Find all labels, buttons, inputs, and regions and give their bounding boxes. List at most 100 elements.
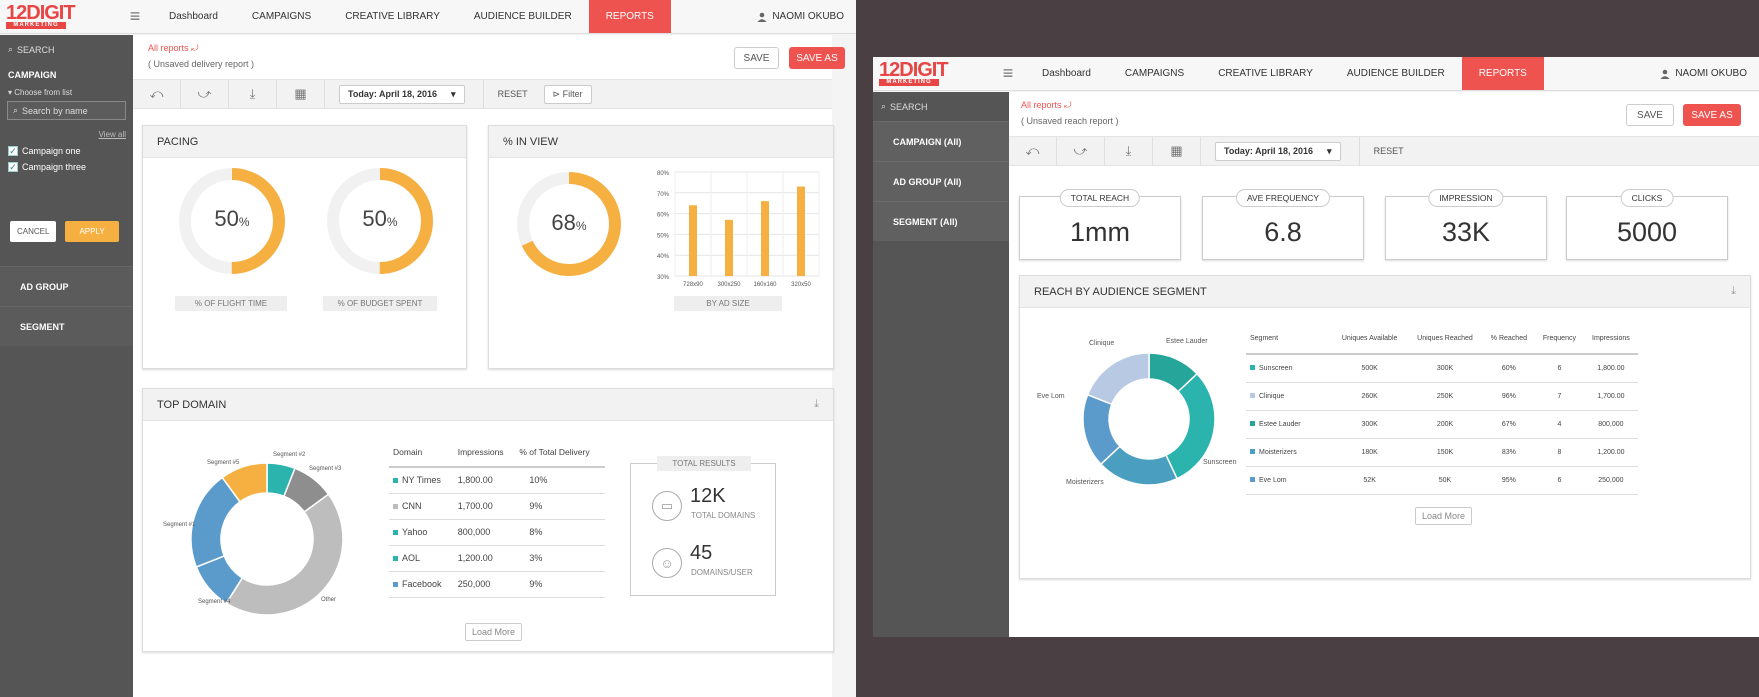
- hamburger-menu-icon[interactable]: ≡: [991, 57, 1025, 90]
- table-row[interactable]: Eve Lom 52K 50K 95% 6 250,000: [1246, 466, 1638, 495]
- download-icon[interactable]: ⤓: [1731, 285, 1736, 298]
- choose-from-list-toggle[interactable]: ▾ Choose from list: [0, 86, 133, 99]
- table-row[interactable]: CNN 1,700.00 9%: [389, 493, 605, 520]
- legend-swatch: [393, 556, 398, 562]
- save-as-button[interactable]: SAVE AS: [1683, 104, 1741, 126]
- filter-sidebar: ⌕ SEARCH CAMPAIGN (All) AD GROUP (All) SE…: [873, 92, 1009, 637]
- segment-cell: Estee Lauder: [1246, 410, 1332, 439]
- table-row[interactable]: Estee Lauder 300K 200K 67% 4 800,000: [1246, 410, 1638, 439]
- brand-logo[interactable]: 12DIGIT MARKETING: [873, 57, 991, 90]
- user-menu[interactable]: NAOMI OKUBO: [757, 0, 856, 33]
- nav-campaigns[interactable]: CAMPAIGNS: [235, 0, 328, 33]
- checkbox-checked[interactable]: ✓: [8, 146, 18, 156]
- pct-cell: 95%: [1482, 466, 1536, 495]
- redo-icon[interactable]: ⤻: [181, 80, 229, 108]
- campaign-checkbox-row[interactable]: ✓ Campaign one: [0, 143, 133, 159]
- reach-by-segment-panel: REACH BY AUDIENCE SEGMENT ⤓ Clinique Este…: [1019, 275, 1751, 579]
- chevron-down-icon: ▾: [1327, 145, 1332, 156]
- top-navbar: 12DIGIT MARKETING ≡ Dashboard CAMPAIGNS …: [0, 0, 856, 34]
- undo-icon[interactable]: ⤺: [133, 80, 181, 108]
- total-domains-value: 12K: [690, 485, 726, 507]
- all-reports-link[interactable]: All reports ⤾: [148, 43, 199, 54]
- view-all-link[interactable]: View all: [0, 122, 133, 143]
- calendar-icon[interactable]: ▦: [277, 80, 325, 108]
- freq-cell: 6: [1535, 354, 1584, 383]
- nav-audience-builder[interactable]: AUDIENCE BUILDER: [1330, 57, 1462, 90]
- y-tick-label: 80%: [657, 171, 670, 177]
- date-picker[interactable]: Today: April 18, 2016 ▾: [339, 84, 465, 104]
- table-header-row: Domain Impressions % of Total Delivery: [389, 437, 605, 468]
- save-as-button[interactable]: SAVE AS: [789, 47, 845, 69]
- save-button[interactable]: SAVE: [734, 47, 779, 69]
- reset-button[interactable]: RESET: [482, 80, 528, 108]
- save-button[interactable]: SAVE: [1626, 104, 1674, 126]
- imp-cell: 250,000: [1583, 466, 1638, 495]
- reached-cell: 50K: [1407, 466, 1483, 495]
- reset-button[interactable]: RESET: [1358, 137, 1404, 165]
- reached-cell: 200K: [1407, 410, 1483, 439]
- table-row[interactable]: Yahoo 800,000 8%: [389, 519, 605, 546]
- campaign-checkbox-row[interactable]: ✓ Campaign three: [0, 159, 133, 175]
- brand-logo[interactable]: 12DIGIT MARKETING: [0, 0, 118, 33]
- download-icon[interactable]: ⤓: [1105, 137, 1153, 165]
- download-icon[interactable]: ⤓: [229, 80, 277, 108]
- filter-icon: ⊳: [552, 88, 563, 99]
- sidebar-search[interactable]: ⌕ SEARCH: [873, 92, 1009, 121]
- download-icon[interactable]: ⤓: [814, 398, 819, 411]
- hamburger-menu-icon[interactable]: ≡: [118, 0, 152, 33]
- nav-dashboard[interactable]: Dashboard: [1025, 57, 1108, 90]
- kpi-label: CLICKS: [1620, 189, 1674, 207]
- load-more-button[interactable]: Load More: [465, 623, 523, 641]
- delivery-report-screen: 12DIGIT MARKETING ≡ Dashboard CAMPAIGNS …: [0, 0, 856, 697]
- kpi-label: AVE FREQUENCY: [1235, 189, 1331, 207]
- table-row[interactable]: Facebook 250,000 9%: [389, 571, 605, 598]
- nav-reports[interactable]: REPORTS: [588, 0, 671, 33]
- all-reports-link[interactable]: All reports ⤾: [1021, 100, 1072, 111]
- user-menu[interactable]: NAOMI OKUBO: [1660, 57, 1759, 90]
- top-domain-table: Domain Impressions % of Total Delivery N…: [389, 437, 605, 598]
- undo-icon[interactable]: ⤺: [1009, 137, 1057, 165]
- bar: [725, 219, 733, 276]
- redo-icon[interactable]: ⤻: [1057, 137, 1105, 165]
- nav-campaigns[interactable]: CAMPAIGNS: [1108, 57, 1201, 90]
- load-more-button[interactable]: Load More: [1415, 507, 1473, 525]
- checkbox-checked[interactable]: ✓: [8, 162, 18, 172]
- logo-text: 12DIGIT: [879, 59, 949, 81]
- domains-per-user-label: DOMAINS/USER: [691, 568, 753, 577]
- sidebar-section-ad-group[interactable]: AD GROUP: [0, 266, 133, 306]
- user-icon: [1660, 69, 1670, 79]
- sidebar-section-segment[interactable]: SEGMENT (All): [873, 201, 1009, 241]
- budget-spent-value: 50%: [362, 206, 398, 231]
- table-row[interactable]: NY Times 1,800.00 10%: [389, 467, 605, 494]
- cancel-button[interactable]: CANCEL: [10, 221, 57, 242]
- filter-button[interactable]: ⊳ Filter: [543, 84, 592, 104]
- nav-audience-builder[interactable]: AUDIENCE BUILDER: [457, 0, 589, 33]
- nav-creative-library[interactable]: CREATIVE LIBRARY: [328, 0, 457, 33]
- sidebar-section-ad-group[interactable]: AD GROUP (All): [873, 161, 1009, 201]
- segment-label: Eve Lom: [1037, 393, 1065, 400]
- sidebar-search-label: SEARCH: [890, 101, 928, 112]
- nav-reports[interactable]: REPORTS: [1461, 57, 1544, 90]
- table-row[interactable]: Clinique 260K 250K 96% 7 1,700.00: [1246, 382, 1638, 411]
- sidebar-search[interactable]: ⌕ SEARCH: [0, 35, 133, 64]
- all-reports-label: All reports: [1021, 100, 1062, 110]
- all-reports-label: All reports: [148, 43, 189, 53]
- nav-dashboard[interactable]: Dashboard: [152, 0, 235, 33]
- search-icon: ⌕: [8, 44, 14, 54]
- table-row[interactable]: Moisterizers 180K 150K 83% 8 1,200.00: [1246, 438, 1638, 467]
- sidebar-section-segment[interactable]: SEGMENT: [0, 306, 133, 346]
- total-results-label: TOTAL RESULTS: [657, 456, 751, 471]
- table-row[interactable]: Sunscreen 500K 300K 60% 6 1,800.00: [1246, 354, 1638, 383]
- sidebar-section-campaign[interactable]: CAMPAIGN (All): [873, 121, 1009, 161]
- user-name: NAOMI OKUBO: [1675, 68, 1747, 79]
- date-picker[interactable]: Today: April 18, 2016 ▾: [1215, 141, 1341, 161]
- segment-label: Segment #2: [273, 452, 306, 458]
- nav-creative-library[interactable]: CREATIVE LIBRARY: [1201, 57, 1330, 90]
- legend-swatch: [393, 504, 398, 510]
- apply-button[interactable]: APPLY: [65, 221, 119, 242]
- calendar-icon[interactable]: ▦: [1153, 137, 1201, 165]
- campaign-search-input[interactable]: ⌕ Search by name: [7, 101, 126, 120]
- table-row[interactable]: AOL 1,200.00 3%: [389, 545, 605, 572]
- flight-time-value: 50%: [214, 206, 250, 231]
